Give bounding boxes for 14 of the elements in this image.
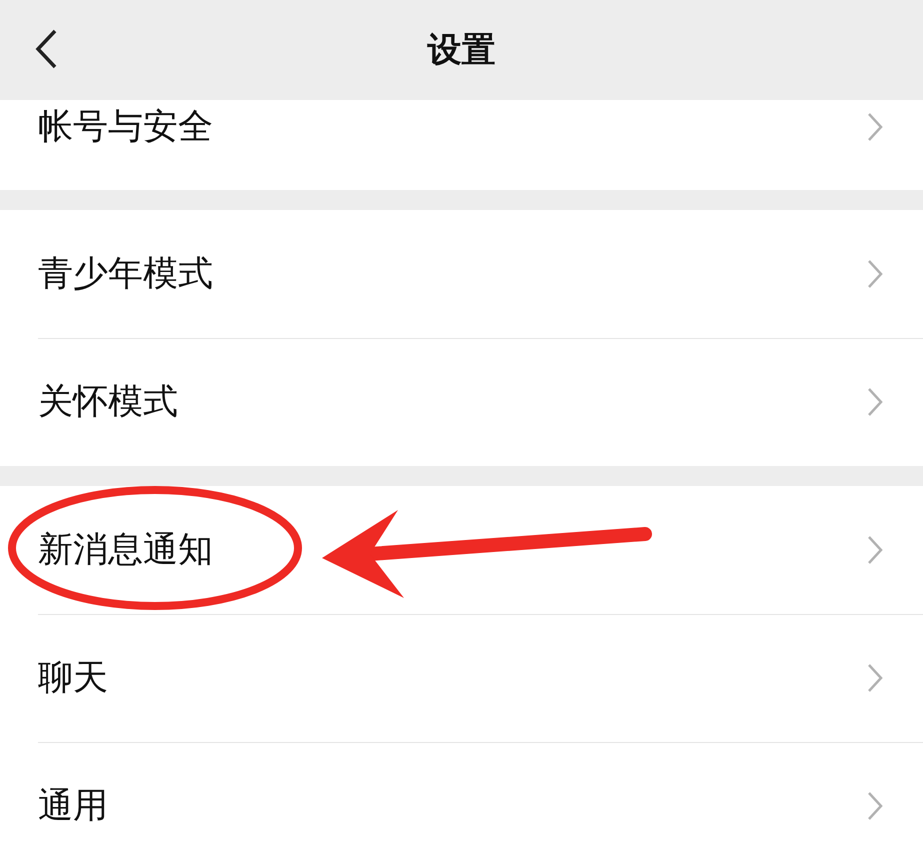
chevron-icon	[867, 791, 883, 821]
settings-item[interactable]: 聊天	[0, 614, 923, 742]
settings-item[interactable]: 新消息通知	[0, 486, 923, 614]
chevron-icon	[867, 387, 883, 417]
settings-item[interactable]: 青少年模式	[0, 210, 923, 338]
settings-item[interactable]: 通用	[0, 742, 923, 854]
back-icon[interactable]	[34, 28, 58, 70]
chevron-icon	[867, 663, 883, 693]
chevron-icon	[867, 259, 883, 289]
chevron-icon	[867, 112, 883, 142]
page-title: 设置	[428, 28, 496, 72]
chevron-icon	[867, 535, 883, 565]
settings-item[interactable]: 帐号与安全	[0, 100, 923, 190]
settings-item[interactable]: 关怀模式	[0, 338, 923, 466]
